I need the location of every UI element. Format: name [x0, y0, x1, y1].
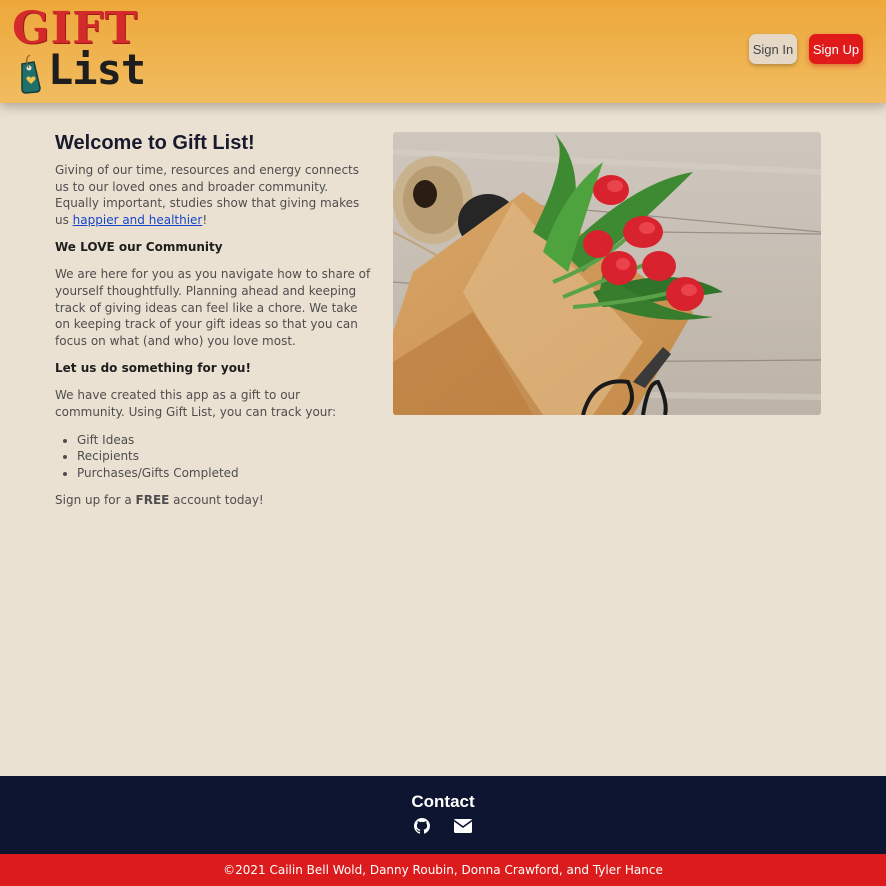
signup-prompt-end: account today! — [169, 493, 264, 508]
signup-prompt: Sign up for a FREE account today! — [55, 492, 373, 509]
github-icon[interactable] — [413, 818, 431, 834]
community-heading: We LOVE our Community — [55, 240, 223, 255]
sign-up-button[interactable]: Sign Up — [809, 34, 863, 64]
do-something-heading: Let us do something for you! — [55, 361, 251, 376]
list-item: Gift Ideas — [77, 432, 373, 449]
tulip-bouquet-illustration — [393, 132, 821, 415]
footer: Contact — [0, 776, 886, 854]
list-item: Purchases/Gifts Completed — [77, 465, 373, 482]
logo-list-text: List — [48, 45, 146, 94]
welcome-section: Welcome to Gift List! Giving of our time… — [55, 130, 373, 520]
copyright-bar: ©2021 Cailin Bell Wold, Danny Roubin, Do… — [0, 854, 886, 886]
app-description-paragraph: We have created this app as a gift to ou… — [55, 388, 337, 419]
contact-title: Contact — [411, 792, 475, 811]
intro-paragraph: Giving of our time, resources and energy… — [55, 162, 373, 228]
header: GIFT List Sign In Sign Up — [0, 0, 886, 103]
page-title: Welcome to Gift List! — [55, 132, 255, 154]
sign-in-button[interactable]: Sign In — [749, 34, 797, 64]
envelope-icon[interactable] — [454, 818, 472, 834]
gift-list-logo[interactable]: GIFT List — [12, 6, 146, 96]
track-list: Gift Ideas Recipients Purchases/Gifts Co… — [77, 432, 373, 482]
signup-prompt-text: Sign up for a — [55, 493, 136, 508]
copyright-text: ©2021 Cailin Bell Wold, Danny Roubin, Do… — [223, 863, 663, 877]
community-paragraph: We are here for you as you navigate how … — [55, 267, 371, 348]
happier-healthier-link[interactable]: happier and healthier — [73, 213, 203, 227]
intro-end: ! — [202, 212, 208, 227]
tulip-bouquet-image — [393, 132, 821, 415]
gift-tag-icon — [21, 54, 41, 94]
list-item: Recipients — [77, 448, 373, 465]
free-emphasis: FREE — [135, 493, 170, 508]
